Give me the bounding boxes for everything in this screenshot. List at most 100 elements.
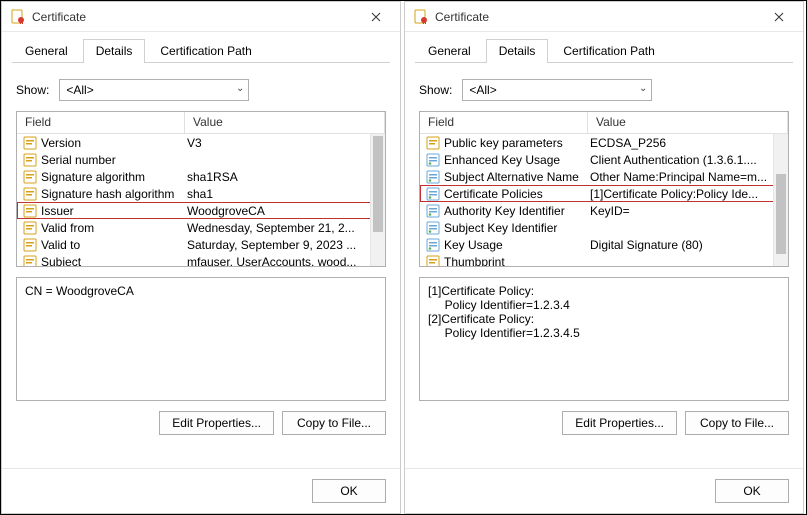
row-field-text: Issuer <box>41 204 74 218</box>
row-value: [1]Certificate Policy:Policy Ide... <box>588 187 788 201</box>
close-button[interactable] <box>356 5 396 29</box>
row-field-text: Thumbprint <box>444 255 505 267</box>
tab-certification-path[interactable]: Certification Path <box>147 39 264 63</box>
dialog-footer: OK <box>405 468 803 513</box>
row-field: Thumbprint <box>420 255 588 267</box>
certificate-icon <box>413 9 429 25</box>
chevron-down-icon: ⌄ <box>639 83 647 94</box>
row-field: Enhanced Key Usage <box>420 153 588 167</box>
column-header-field[interactable]: Field <box>17 112 185 133</box>
certificate-dialog-left: Certificate General Details Certificatio… <box>1 1 401 514</box>
row-value: Wednesday, September 21, 2... <box>185 221 385 235</box>
show-combobox[interactable]: <All> ⌄ <box>59 79 249 101</box>
row-value: sha1RSA <box>185 170 385 184</box>
row-field-text: Valid from <box>41 221 94 235</box>
scrollbar-thumb[interactable] <box>373 136 383 232</box>
list-row[interactable]: Authority Key Identifier KeyID= <box>420 202 788 219</box>
tab-general[interactable]: General <box>12 39 81 63</box>
row-value: ECDSA_P256 <box>588 136 788 150</box>
row-value: Saturday, September 9, 2023 ... <box>185 238 385 252</box>
row-field: Authority Key Identifier <box>420 204 588 218</box>
row-field: Issuer <box>17 204 185 218</box>
window-title: Certificate <box>435 10 759 24</box>
edit-properties-button[interactable]: Edit Properties... <box>159 411 274 435</box>
list-row[interactable]: Certificate Policies [1]Certificate Polic… <box>420 185 788 202</box>
tab-strip: General Details Certification Path <box>2 32 400 62</box>
scrollbar-thumb[interactable] <box>776 174 786 254</box>
property-icon <box>23 255 37 267</box>
field-list[interactable]: Field Value Public key parametersECDSA_P… <box>419 111 789 267</box>
row-value: Other Name:Principal Name=m... <box>588 170 788 184</box>
list-row[interactable]: Subject Key Identifier <box>420 219 788 236</box>
list-row[interactable]: VersionV3 <box>17 134 385 151</box>
edit-properties-button[interactable]: Edit Properties... <box>562 411 677 435</box>
row-field-text: Subject Key Identifier <box>444 221 557 235</box>
list-row[interactable]: Serial number <box>17 151 385 168</box>
scrollbar[interactable] <box>370 134 385 266</box>
tab-body: Show: <All> ⌄ Field Value Public key par… <box>405 63 803 468</box>
field-list[interactable]: Field Value VersionV3Serial numberSignat… <box>16 111 386 267</box>
tab-general[interactable]: General <box>415 39 484 63</box>
titlebar: Certificate <box>2 2 400 32</box>
list-row[interactable]: Subject Alternative NameOther Name:Princ… <box>420 168 788 185</box>
property-icon <box>426 136 440 150</box>
scrollbar[interactable] <box>773 134 788 266</box>
close-button[interactable] <box>759 5 799 29</box>
list-row[interactable]: Valid toSaturday, September 9, 2023 ... <box>17 236 385 253</box>
list-row[interactable]: Subject mfauser, UserAccounts, wood... <box>17 253 385 266</box>
list-row[interactable]: Issuer WoodgroveCA <box>17 202 385 219</box>
tab-underline <box>12 62 390 63</box>
dialog-footer: OK <box>2 468 400 513</box>
column-header-value[interactable]: Value <box>588 112 788 133</box>
list-row[interactable]: Key Usage Digital Signature (80) <box>420 236 788 253</box>
show-combobox[interactable]: <All> ⌄ <box>462 79 652 101</box>
tab-certification-path[interactable]: Certification Path <box>550 39 667 63</box>
certificate-dialog-right: Certificate General Details Certificatio… <box>404 1 804 514</box>
column-header-field[interactable]: Field <box>420 112 588 133</box>
row-value: sha1 <box>185 187 385 201</box>
row-field: Serial number <box>17 153 185 167</box>
row-field-text: Enhanced Key Usage <box>444 153 560 167</box>
detail-textbox[interactable]: CN = WoodgroveCA <box>16 277 386 401</box>
property-icon <box>23 238 37 252</box>
detail-textbox[interactable]: [1]Certificate Policy: Policy Identifier… <box>419 277 789 401</box>
list-row[interactable]: Valid from Wednesday, September 21, 2... <box>17 219 385 236</box>
list-row[interactable]: Signature hash algorithm sha1 <box>17 185 385 202</box>
property-icon <box>426 255 440 267</box>
window-title: Certificate <box>32 10 356 24</box>
column-header-value[interactable]: Value <box>185 112 385 133</box>
tab-strip: General Details Certification Path <box>405 32 803 62</box>
show-combobox-value: <All> <box>469 83 496 97</box>
close-icon <box>371 12 381 22</box>
tab-details[interactable]: Details <box>83 39 146 63</box>
show-row: Show: <All> ⌄ <box>16 79 386 101</box>
row-value: mfauser, UserAccounts, wood... <box>185 255 385 267</box>
row-field-text: Signature hash algorithm <box>41 187 174 201</box>
list-row[interactable]: Thumbprint <box>420 253 788 266</box>
row-value: KeyID= <box>588 204 788 218</box>
row-field: Key Usage <box>420 238 588 252</box>
row-field-text: Certificate Policies <box>444 187 543 201</box>
show-row: Show: <All> ⌄ <box>419 79 789 101</box>
row-field: Version <box>17 136 185 150</box>
tab-underline <box>415 62 793 63</box>
property-icon <box>23 153 37 167</box>
list-row[interactable]: Public key parametersECDSA_P256 <box>420 134 788 151</box>
ok-button[interactable]: OK <box>715 479 789 503</box>
row-field-text: Serial number <box>41 153 116 167</box>
extension-icon <box>426 204 440 218</box>
list-row[interactable]: Signature algorithmsha1RSA <box>17 168 385 185</box>
row-field-text: Authority Key Identifier <box>444 204 565 218</box>
row-field-text: Subject <box>41 255 81 267</box>
row-value: V3 <box>185 136 385 150</box>
row-field-text: Key Usage <box>444 238 503 252</box>
list-row[interactable]: Enhanced Key UsageClient Authentication … <box>420 151 788 168</box>
copy-to-file-button[interactable]: Copy to File... <box>282 411 386 435</box>
copy-to-file-button[interactable]: Copy to File... <box>685 411 789 435</box>
extension-icon <box>426 187 440 201</box>
show-label: Show: <box>16 83 49 97</box>
row-value: Digital Signature (80) <box>588 238 788 252</box>
row-value: WoodgroveCA <box>185 204 385 218</box>
tab-details[interactable]: Details <box>486 39 549 63</box>
ok-button[interactable]: OK <box>312 479 386 503</box>
